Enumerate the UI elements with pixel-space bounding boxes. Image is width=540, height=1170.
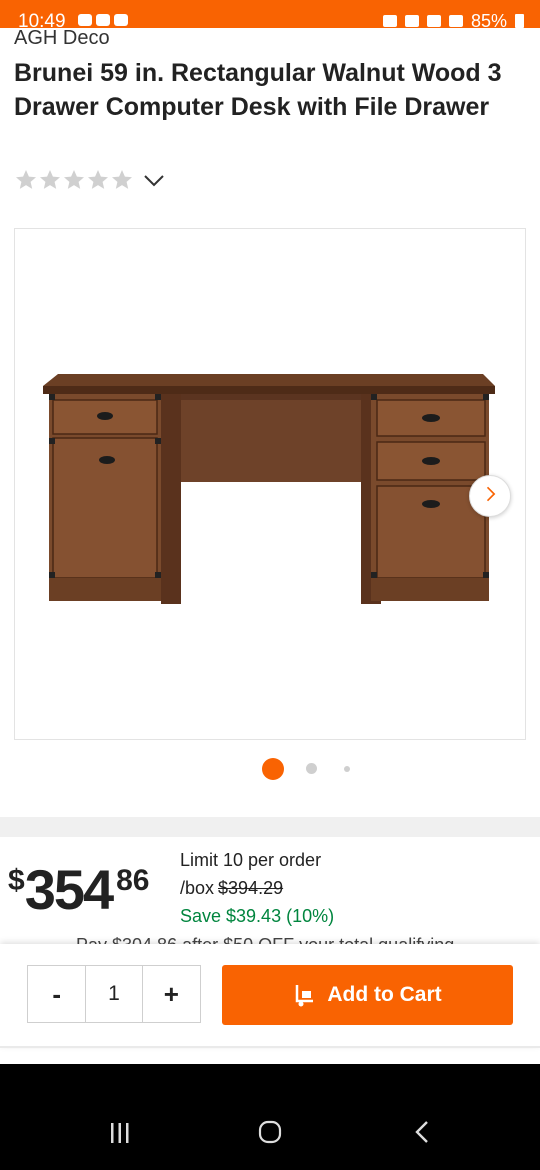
- wifi-icon: [426, 15, 441, 27]
- star-icon: [38, 168, 62, 192]
- battery-level: 85%: [470, 11, 507, 31]
- add-to-cart-label: Add to Cart: [327, 983, 442, 1006]
- rating-row[interactable]: [14, 168, 166, 192]
- dolly-icon: [293, 982, 319, 1008]
- recent-apps-icon[interactable]: [106, 1122, 134, 1144]
- star-icon: [62, 168, 86, 192]
- carousel-dots: [0, 758, 540, 780]
- battery-icon: [515, 14, 524, 28]
- mute-icon: [404, 15, 419, 27]
- carousel-next-button[interactable]: [469, 475, 511, 517]
- status-indicators: 85%: [382, 11, 524, 31]
- price-unit: /box: [180, 878, 215, 898]
- product-image-carousel[interactable]: [14, 228, 526, 740]
- star-icon: [110, 168, 134, 192]
- product-title: Brunei 59 in. Rectangular Walnut Wood 3 …: [14, 59, 502, 121]
- savings-text: Save $39.43 (10%): [180, 906, 335, 926]
- signal-icon: [448, 15, 463, 27]
- status-bar: 10:49 85%: [0, 0, 540, 31]
- star-icon: [14, 168, 38, 192]
- notification-icons: [78, 14, 128, 26]
- cart-bar-border: [0, 1046, 540, 1048]
- unit-price-line: /box $394.29: [180, 878, 283, 899]
- chat-icon: [114, 14, 128, 26]
- chevron-right-icon: [480, 484, 500, 509]
- order-limit: Limit 10 per order: [180, 850, 322, 870]
- back-icon[interactable]: [412, 1120, 432, 1144]
- carousel-dot-active[interactable]: [262, 758, 284, 780]
- price: $ 354 86: [8, 860, 150, 920]
- quantity-input[interactable]: 1: [85, 966, 143, 1022]
- decrease-quantity-button[interactable]: -: [28, 966, 85, 1022]
- quantity-stepper: - 1 +: [27, 965, 201, 1023]
- chevron-down-icon[interactable]: [142, 168, 166, 192]
- carousel-dot[interactable]: [306, 763, 317, 774]
- price-cents: 86: [116, 864, 150, 897]
- add-to-cart-bar: - 1 + Add to Cart: [0, 944, 540, 1048]
- alarm-icon: [382, 15, 397, 27]
- notification-icon: [78, 14, 92, 26]
- messenger-icon: [96, 14, 110, 26]
- brand-name[interactable]: AGH Deco: [14, 27, 110, 50]
- was-price: $394.29: [218, 878, 284, 898]
- price-currency: $: [8, 864, 25, 897]
- system-nav-bar: [0, 1064, 540, 1170]
- add-to-cart-button[interactable]: Add to Cart: [222, 965, 513, 1025]
- section-divider: [0, 817, 540, 837]
- price-dollars: 354: [24, 858, 114, 921]
- star-icon: [86, 168, 110, 192]
- increase-quantity-button[interactable]: +: [143, 966, 200, 1022]
- home-icon[interactable]: [258, 1120, 282, 1144]
- desk-image: [43, 374, 495, 604]
- carousel-dot[interactable]: [344, 766, 350, 772]
